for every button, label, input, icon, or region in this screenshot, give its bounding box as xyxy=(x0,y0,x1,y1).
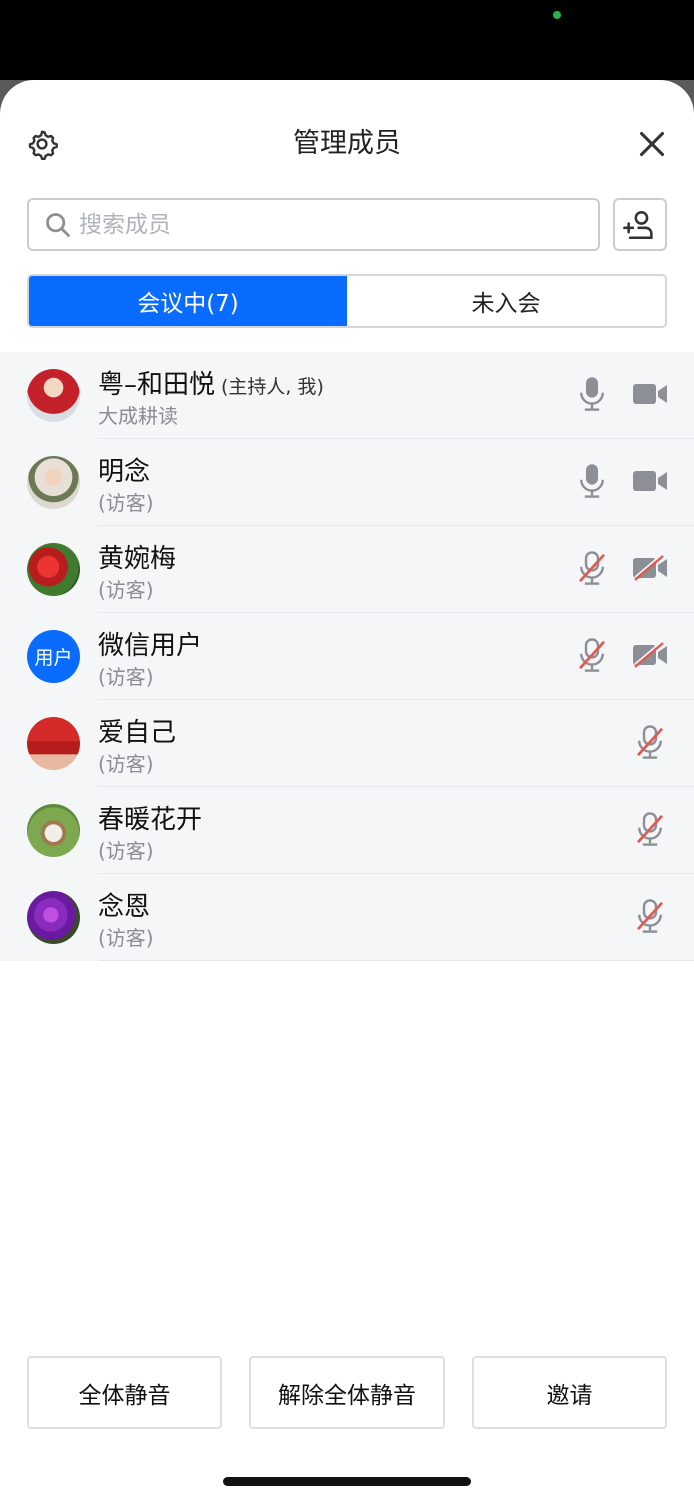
member-subtitle: (访客) xyxy=(98,839,154,863)
mic-muted-icon[interactable] xyxy=(630,722,670,762)
list-item[interactable]: 粤–和田悦 (主持人, 我) 大成耕读 xyxy=(0,352,694,439)
member-name: 黄婉梅 xyxy=(98,544,177,574)
list-item[interactable]: 爱自己 (访客) xyxy=(0,700,694,787)
member-tabs: 会议中(7) 未入会 xyxy=(27,274,667,328)
member-name-row: 粤–和田悦 (主持人, 我) xyxy=(98,364,324,401)
avatar xyxy=(27,543,80,596)
avatar xyxy=(27,804,80,857)
member-subtitle: (访客) xyxy=(98,491,154,515)
member-subtitle: (访客) xyxy=(98,926,154,950)
avatar: 用户 xyxy=(27,630,80,683)
avatar xyxy=(27,456,80,509)
close-icon xyxy=(639,131,665,157)
unmute-all-button[interactable]: 解除全体静音 xyxy=(249,1356,445,1429)
member-subtitle: (访客) xyxy=(98,665,154,689)
divider xyxy=(98,960,694,961)
member-name: 念恩 xyxy=(98,892,151,922)
list-item[interactable]: 明念 (访客) xyxy=(0,439,694,526)
list-item[interactable]: 黄婉梅 (访客) xyxy=(0,526,694,613)
avatar xyxy=(27,369,80,422)
mic-muted-icon[interactable] xyxy=(630,896,670,936)
member-name: 爱自己 xyxy=(98,718,177,748)
avatar xyxy=(27,891,80,944)
sheet-header: 管理成员 xyxy=(0,80,694,200)
tab-not-joined[interactable]: 未入会 xyxy=(347,276,665,326)
manage-members-sheet: 管理成员 会议中(7) 未入会 粤–和田悦(主持人, 我) xyxy=(0,80,694,1500)
avatar-text: 用户 xyxy=(34,647,73,669)
member-list: 粤–和田悦 (主持人, 我) 大成耕读 明念 (访客) 黄婉梅 (访客) 用户 … xyxy=(0,352,694,961)
member-role: (主持人, 我) xyxy=(221,376,324,398)
member-name: 微信用户 xyxy=(98,631,203,661)
camera-off-icon[interactable] xyxy=(630,548,670,588)
status-bar xyxy=(0,0,694,82)
mic-on-icon[interactable] xyxy=(572,461,612,501)
mic-muted-icon[interactable] xyxy=(572,548,612,588)
member-name: 春暖花开 xyxy=(98,805,203,835)
camera-indicator xyxy=(553,11,561,19)
avatar xyxy=(27,717,80,770)
mic-on-icon[interactable] xyxy=(572,374,612,414)
list-item[interactable]: 念恩 (访客) xyxy=(0,874,694,961)
mic-muted-icon[interactable] xyxy=(572,635,612,675)
add-member-button[interactable] xyxy=(613,198,667,251)
add-member-icon xyxy=(623,210,653,239)
mic-muted-icon[interactable] xyxy=(630,809,670,849)
camera-on-icon[interactable] xyxy=(630,461,670,501)
list-item[interactable]: 用户 微信用户 (访客) xyxy=(0,613,694,700)
mute-all-button[interactable]: 全体静音 xyxy=(27,1356,222,1429)
camera-on-icon[interactable] xyxy=(630,374,670,414)
member-name: 粤–和田悦 xyxy=(98,370,216,400)
search-icon xyxy=(43,210,73,240)
close-button[interactable] xyxy=(632,124,672,164)
list-item[interactable]: 春暖花开 (访客) xyxy=(0,787,694,874)
search-box[interactable] xyxy=(27,198,600,251)
page-title: 管理成员 xyxy=(293,128,401,159)
home-indicator xyxy=(223,1477,471,1486)
invite-button[interactable]: 邀请 xyxy=(472,1356,667,1429)
tab-in-meeting[interactable]: 会议中(7) xyxy=(29,276,347,326)
member-name: 明念 xyxy=(98,457,151,487)
member-subtitle: (访客) xyxy=(98,752,154,776)
camera-off-icon[interactable] xyxy=(630,635,670,675)
search-input[interactable] xyxy=(79,211,559,238)
member-subtitle: (访客) xyxy=(98,578,154,602)
member-subtitle: 大成耕读 xyxy=(98,404,178,428)
